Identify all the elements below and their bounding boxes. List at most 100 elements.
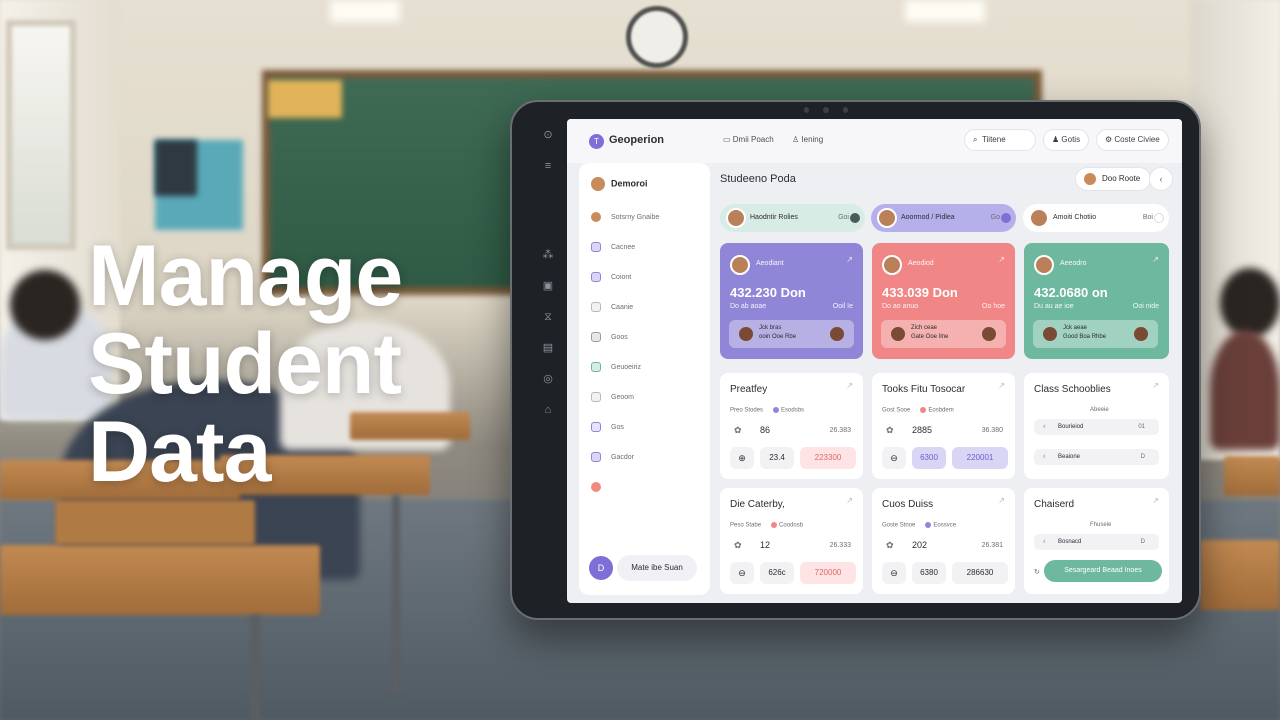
class-schedules-card: Class Schooblies ↗ Abeeie ♁ Bourieiod 01… (1024, 373, 1169, 479)
avatar (830, 327, 844, 341)
nav-link-learning[interactable]: ♙ Iening (792, 135, 823, 144)
sidebar-item-7[interactable]: Geoom (591, 391, 634, 405)
refresh-icon: ↻ (1034, 569, 1040, 576)
sidebar-item-10[interactable] (591, 481, 611, 495)
search-box[interactable]: ⌕ Tiitene (964, 129, 1036, 151)
nav-link-dashboard[interactable]: ▭ Dmii Poach (723, 135, 774, 144)
sidebar: Demoroi Sotsrny Gnaibe Cacnee Coiont Caa… (579, 163, 710, 595)
schedule-row[interactable]: ♁ Bourieiod 01 (1034, 419, 1159, 435)
app-brand: Geoperion (609, 134, 665, 146)
card-legend: Preo Stodes Esodsbs (730, 407, 805, 414)
tablet-camera (804, 107, 848, 113)
stat-value: 432.0680 on (1034, 285, 1108, 300)
value-pill[interactable]: 223300 (800, 447, 856, 469)
stat-row[interactable]: Jck bras ooin Ooe Rbe (729, 320, 854, 348)
user-name: Mate ibe Suan (617, 555, 697, 581)
chart-icon (591, 332, 601, 343)
card-legend: Peso Stabe Coodosb (730, 522, 804, 529)
wall-clock (626, 6, 688, 68)
stat-row[interactable]: Zich ceae Gate Ooe Ilne (881, 320, 1006, 348)
arrow-up-right-icon: ↗ (998, 255, 1005, 264)
pin-icon: ♁ (1042, 539, 1047, 545)
folder-icon: ▭ (723, 135, 733, 144)
metric-card-2[interactable]: Tooks Fitu Tosocar ↗ Gost Sooe Eosbdem ✿ … (872, 373, 1015, 479)
stat-card-1[interactable]: Aeodiant ↗ 432.230 Don Do ab aoae Ooil I… (720, 243, 863, 359)
metric-card-1[interactable]: Preatfey ↗ Preo Stodes Esodsbs ✿ 86 26.38… (720, 373, 863, 479)
metric-card-3[interactable]: Die Caterby, ↗ Peso Stabe Coodosb ✿ 12 26… (720, 488, 863, 594)
card-legend: Gost Sooe Eosbdem (882, 407, 954, 414)
document-icon (591, 302, 601, 313)
card-title: Die Caterby, (730, 499, 785, 510)
settings-button[interactable]: ⚙ Coste Civiee (1096, 129, 1169, 151)
bookmark-icon[interactable]: ⌂ (545, 405, 552, 416)
app-screen: T Geoperion ▭ Dmii Poach ♙ Iening ⌕ Tiit… (567, 119, 1182, 603)
avatar (891, 327, 905, 341)
sidebar-item-4[interactable]: Caanie (591, 301, 633, 315)
people-icon: ♟ (1052, 135, 1062, 144)
student-chip-2[interactable]: Aoormod / Pidlea Go (871, 204, 1016, 232)
menu-icon[interactable]: ≡ (545, 161, 551, 172)
sidebar-item-1[interactable]: Sotsrny Gnaibe (591, 211, 659, 225)
power-icon[interactable]: ⊙ (543, 130, 552, 141)
sidebar-item-5[interactable]: Goos (591, 331, 628, 345)
arrow-up-right-icon: ↗ (1152, 496, 1159, 505)
add-icon[interactable]: ⊕ (730, 447, 754, 469)
avatar (1084, 173, 1096, 185)
sidebar-item-3[interactable]: Coiont (591, 271, 631, 285)
avatar (1134, 327, 1148, 341)
remove-icon[interactable]: ⊖ (882, 447, 906, 469)
card-title: Preatfey (730, 384, 768, 395)
schedule-row[interactable]: ♁ Beaione D (1034, 449, 1159, 465)
sidebar-item-2[interactable]: Cacnee (591, 241, 635, 255)
target-icon[interactable]: ◎ (543, 374, 553, 385)
remove-icon[interactable]: ⊖ (882, 562, 906, 584)
hourglass-icon[interactable]: ⧖ (544, 312, 552, 323)
value-pill[interactable]: 286630 (952, 562, 1008, 584)
search-icon: ⌕ (973, 135, 982, 144)
student-chip-1[interactable]: Haodntir Rolies Goi (720, 204, 865, 232)
archive-icon (591, 452, 601, 463)
window-icon[interactable]: ▣ (543, 281, 553, 292)
value-pill[interactable]: 220001 (952, 447, 1008, 469)
pin-icon: ♁ (1042, 454, 1047, 460)
stat-card-3[interactable]: Aeeodro ↗ 432.0680 on Du au ae ioe Ooi n… (1024, 243, 1169, 359)
card-title: Cuos Duiss (882, 499, 934, 510)
flower-icon: ✿ (886, 540, 894, 550)
grid-icon[interactable]: ⁂ (543, 250, 554, 261)
flower-icon: ✿ (734, 425, 742, 435)
avatar (877, 208, 897, 228)
metric-card-4[interactable]: Cuos Duiss ↗ Goste Stnoe Eossvce ✿ 202 26… (872, 488, 1015, 594)
card-title: Class Schooblies (1034, 384, 1111, 395)
avatar (882, 255, 902, 275)
sidebar-item-8[interactable]: Gos (591, 421, 624, 435)
avatar (982, 327, 996, 341)
avatar (1029, 208, 1049, 228)
seasonal-board-button[interactable]: Sesargeard Beaad Inoes (1044, 560, 1162, 582)
book-icon (591, 362, 601, 373)
note-icon[interactable]: ▤ (543, 343, 553, 354)
arrow-up-right-icon: ↗ (1152, 255, 1159, 264)
gear-icon: ⚙ (1105, 135, 1115, 144)
stat-row[interactable]: Jck aeae Good Boa Rhbe (1033, 320, 1158, 348)
status-dot (1001, 213, 1011, 223)
person-icon: ♙ (792, 135, 802, 144)
student-chip-3[interactable]: Amoiti Chotiio Boi (1023, 204, 1169, 232)
avatar: D (589, 556, 613, 580)
schedule-row[interactable]: ♁ Bosnacd D (1034, 534, 1159, 550)
sidebar-item-6[interactable]: Geuoeiriz (591, 361, 641, 375)
icon-rail: ⊙ ≡ ⁂ ▣ ⧖ ▤ ◎ ⌂ (532, 124, 564, 602)
arrow-up-right-icon: ↗ (846, 381, 853, 390)
headline-line-1: Manage (88, 228, 403, 324)
avatar (591, 177, 605, 191)
collapse-button[interactable]: ‹ (1149, 167, 1173, 191)
remove-icon[interactable]: ⊖ (730, 562, 754, 584)
sidebar-item-9[interactable]: Gacdor (591, 451, 634, 465)
card-title: Chaiserd (1034, 499, 1075, 510)
sidebar-header[interactable]: Demoroi (591, 177, 648, 191)
value-pill[interactable]: 720000 (800, 562, 856, 584)
user-profile[interactable]: D Mate ibe Suan (589, 555, 699, 581)
group-icon (591, 272, 601, 283)
people-button[interactable]: ♟ Gotis (1043, 129, 1090, 151)
doc-route-button[interactable]: Doo Roote (1075, 167, 1152, 191)
stat-card-2[interactable]: Aeodiod ↗ 433.039 Don Do ao anuo Oo hoe … (872, 243, 1015, 359)
